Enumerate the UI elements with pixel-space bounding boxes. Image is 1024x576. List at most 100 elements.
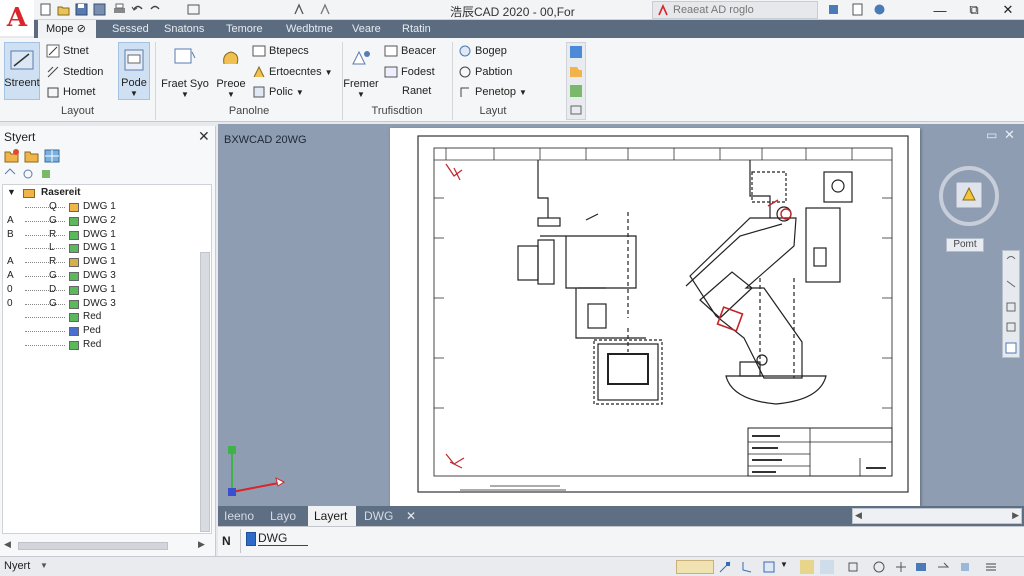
- save-icon[interactable]: [74, 2, 89, 17]
- layer-color-swatch[interactable]: [69, 327, 79, 337]
- polar-icon[interactable]: [800, 560, 814, 574]
- drawing-canvas[interactable]: [390, 128, 920, 506]
- layer-row[interactable]: A G DWG 2: [3, 215, 199, 228]
- fodest-button[interactable]: Fodest: [384, 65, 435, 79]
- palette-horizontal-scrollbar[interactable]: ◀ ▶: [2, 539, 212, 552]
- palette-vertical-scrollbar[interactable]: [200, 252, 210, 552]
- open-icon[interactable]: [56, 2, 71, 17]
- beacer-button[interactable]: Beacer: [384, 44, 436, 58]
- ortho-icon[interactable]: [762, 560, 776, 574]
- redo-icon[interactable]: [148, 2, 163, 17]
- close-tab-icon[interactable]: ✕: [400, 506, 422, 526]
- status-dropdown-icon[interactable]: ▼: [40, 561, 48, 570]
- filter-icon[interactable]: [4, 168, 16, 180]
- layer-color-swatch[interactable]: [69, 272, 79, 281]
- app-logo[interactable]: A: [0, 0, 34, 36]
- annotation-scale-icon[interactable]: [958, 560, 972, 574]
- exchange-icon[interactable]: [850, 2, 865, 17]
- status-menu-icon[interactable]: ▼: [780, 560, 794, 574]
- close-button[interactable]: ✕: [992, 0, 1024, 20]
- view-cube-label[interactable]: Pomt: [946, 238, 984, 252]
- view-cube[interactable]: Pomt: [934, 160, 1004, 256]
- refresh-icon[interactable]: [22, 168, 34, 180]
- annotate-icon[interactable]: [292, 2, 307, 17]
- layer-color-swatch[interactable]: [69, 258, 79, 268]
- layer-color-swatch[interactable]: [69, 285, 79, 295]
- viewport-restore-icon[interactable]: ▭: [986, 128, 997, 142]
- btepecs-button[interactable]: Btepecs: [252, 44, 309, 58]
- layer-color-swatch[interactable]: [69, 203, 79, 212]
- layer-row[interactable]: 0 D DWG 1: [3, 284, 199, 297]
- layer-color-swatch[interactable]: [69, 230, 79, 240]
- tab-dwg[interactable]: DWG: [358, 506, 399, 526]
- layer-color-swatch[interactable]: [69, 216, 79, 226]
- minimize-button[interactable]: —: [924, 0, 956, 20]
- bogep-button[interactable]: Bogep: [458, 44, 507, 58]
- selection-cycling-icon[interactable]: [914, 560, 928, 574]
- tab-layout1[interactable]: Layo: [264, 506, 302, 526]
- palette-close-icon[interactable]: ✕: [198, 128, 210, 145]
- workspace-switch-icon[interactable]: [936, 560, 950, 574]
- layer-color-swatch[interactable]: [69, 244, 79, 254]
- save-as-icon[interactable]: [92, 2, 107, 17]
- paper-sheet[interactable]: [390, 128, 920, 506]
- search-field[interactable]: Reaeat AD roglo: [652, 1, 818, 19]
- layer-row[interactable]: Red: [3, 311, 199, 324]
- layer-row[interactable]: L DWG 1: [3, 242, 199, 255]
- model-space-toggle[interactable]: [676, 560, 714, 574]
- preoe-button[interactable]: Preoe ▼: [214, 42, 248, 100]
- layer-row[interactable]: Ped: [3, 325, 199, 338]
- tab-wedbtme[interactable]: Wedbtme: [278, 20, 341, 38]
- stnet-button[interactable]: Stnet: [46, 44, 89, 58]
- layer-color-swatch[interactable]: [69, 313, 79, 323]
- signin-icon[interactable]: [826, 2, 841, 17]
- fremer-button[interactable]: Fremer ▼: [343, 42, 379, 100]
- layer-row[interactable]: Q DWG 1: [3, 201, 199, 214]
- maximize-button[interactable]: ⧉: [958, 0, 990, 20]
- penetop-button[interactable]: Penetop ▼: [458, 85, 527, 99]
- viewport-close-icon[interactable]: ✕: [1004, 127, 1015, 143]
- undo-icon[interactable]: [130, 2, 145, 17]
- pabtion-button[interactable]: Pabtion: [458, 65, 512, 79]
- settings-icon[interactable]: [40, 168, 52, 180]
- snap-icon[interactable]: [740, 560, 754, 574]
- new-layer-icon[interactable]: [4, 148, 20, 164]
- layer-color-swatch[interactable]: [69, 341, 79, 350]
- help-icon[interactable]: [872, 2, 887, 17]
- layer-dropdown-icon[interactable]: [318, 2, 333, 17]
- scroll-left-icon[interactable]: ◀: [855, 510, 862, 521]
- ranet-button[interactable]: Ranet: [402, 85, 431, 97]
- tab-model[interactable]: Ieeno: [218, 506, 260, 526]
- layer-row[interactable]: 0 G DWG 3: [3, 298, 199, 311]
- ertoecntes-button[interactable]: Ertoecntes ▼: [252, 65, 333, 79]
- tab-rtatin[interactable]: Rtatin: [394, 20, 439, 38]
- polic-button[interactable]: Polic ▼: [252, 85, 304, 99]
- tab-snatons[interactable]: Snatons: [156, 20, 212, 38]
- otrack-icon[interactable]: [846, 560, 860, 574]
- drawing-viewport[interactable]: BXWCAD 20WG Pomt ▭ ✕: [218, 124, 1024, 508]
- customization-icon[interactable]: [984, 560, 998, 574]
- scroll-right-icon[interactable]: ▶: [1012, 510, 1019, 521]
- layer-row[interactable]: A R DWG 1: [3, 256, 199, 269]
- streent-button[interactable]: Streent: [4, 42, 40, 100]
- layer-color-swatch[interactable]: [69, 299, 79, 309]
- fraet-syo-button[interactable]: Fraet Syo ▼: [158, 42, 212, 100]
- layer-grid-icon[interactable]: [44, 148, 60, 164]
- grid-icon[interactable]: [718, 560, 732, 574]
- layer-row[interactable]: Red: [3, 339, 199, 352]
- lineweight-icon[interactable]: [872, 560, 886, 574]
- tab-veare[interactable]: Veare: [344, 20, 389, 38]
- layer-row[interactable]: A G DWG 3: [3, 270, 199, 283]
- new-file-icon[interactable]: [38, 2, 53, 17]
- tab-layout2[interactable]: Layert: [308, 506, 356, 526]
- expand-icon[interactable]: ▼: [7, 187, 16, 197]
- stedtion-button[interactable]: Stedtion: [46, 65, 103, 79]
- tab-temore[interactable]: Temore: [218, 20, 271, 38]
- layout-hscroll[interactable]: ◀ ▶: [852, 508, 1022, 524]
- workspace-icon[interactable]: [186, 2, 201, 17]
- transparency-icon[interactable]: [894, 560, 908, 574]
- print-icon[interactable]: [112, 2, 127, 17]
- command-input[interactable]: DWG: [258, 531, 308, 546]
- tab-sessed[interactable]: Sessed: [104, 20, 157, 38]
- folder-icon[interactable]: [24, 148, 40, 164]
